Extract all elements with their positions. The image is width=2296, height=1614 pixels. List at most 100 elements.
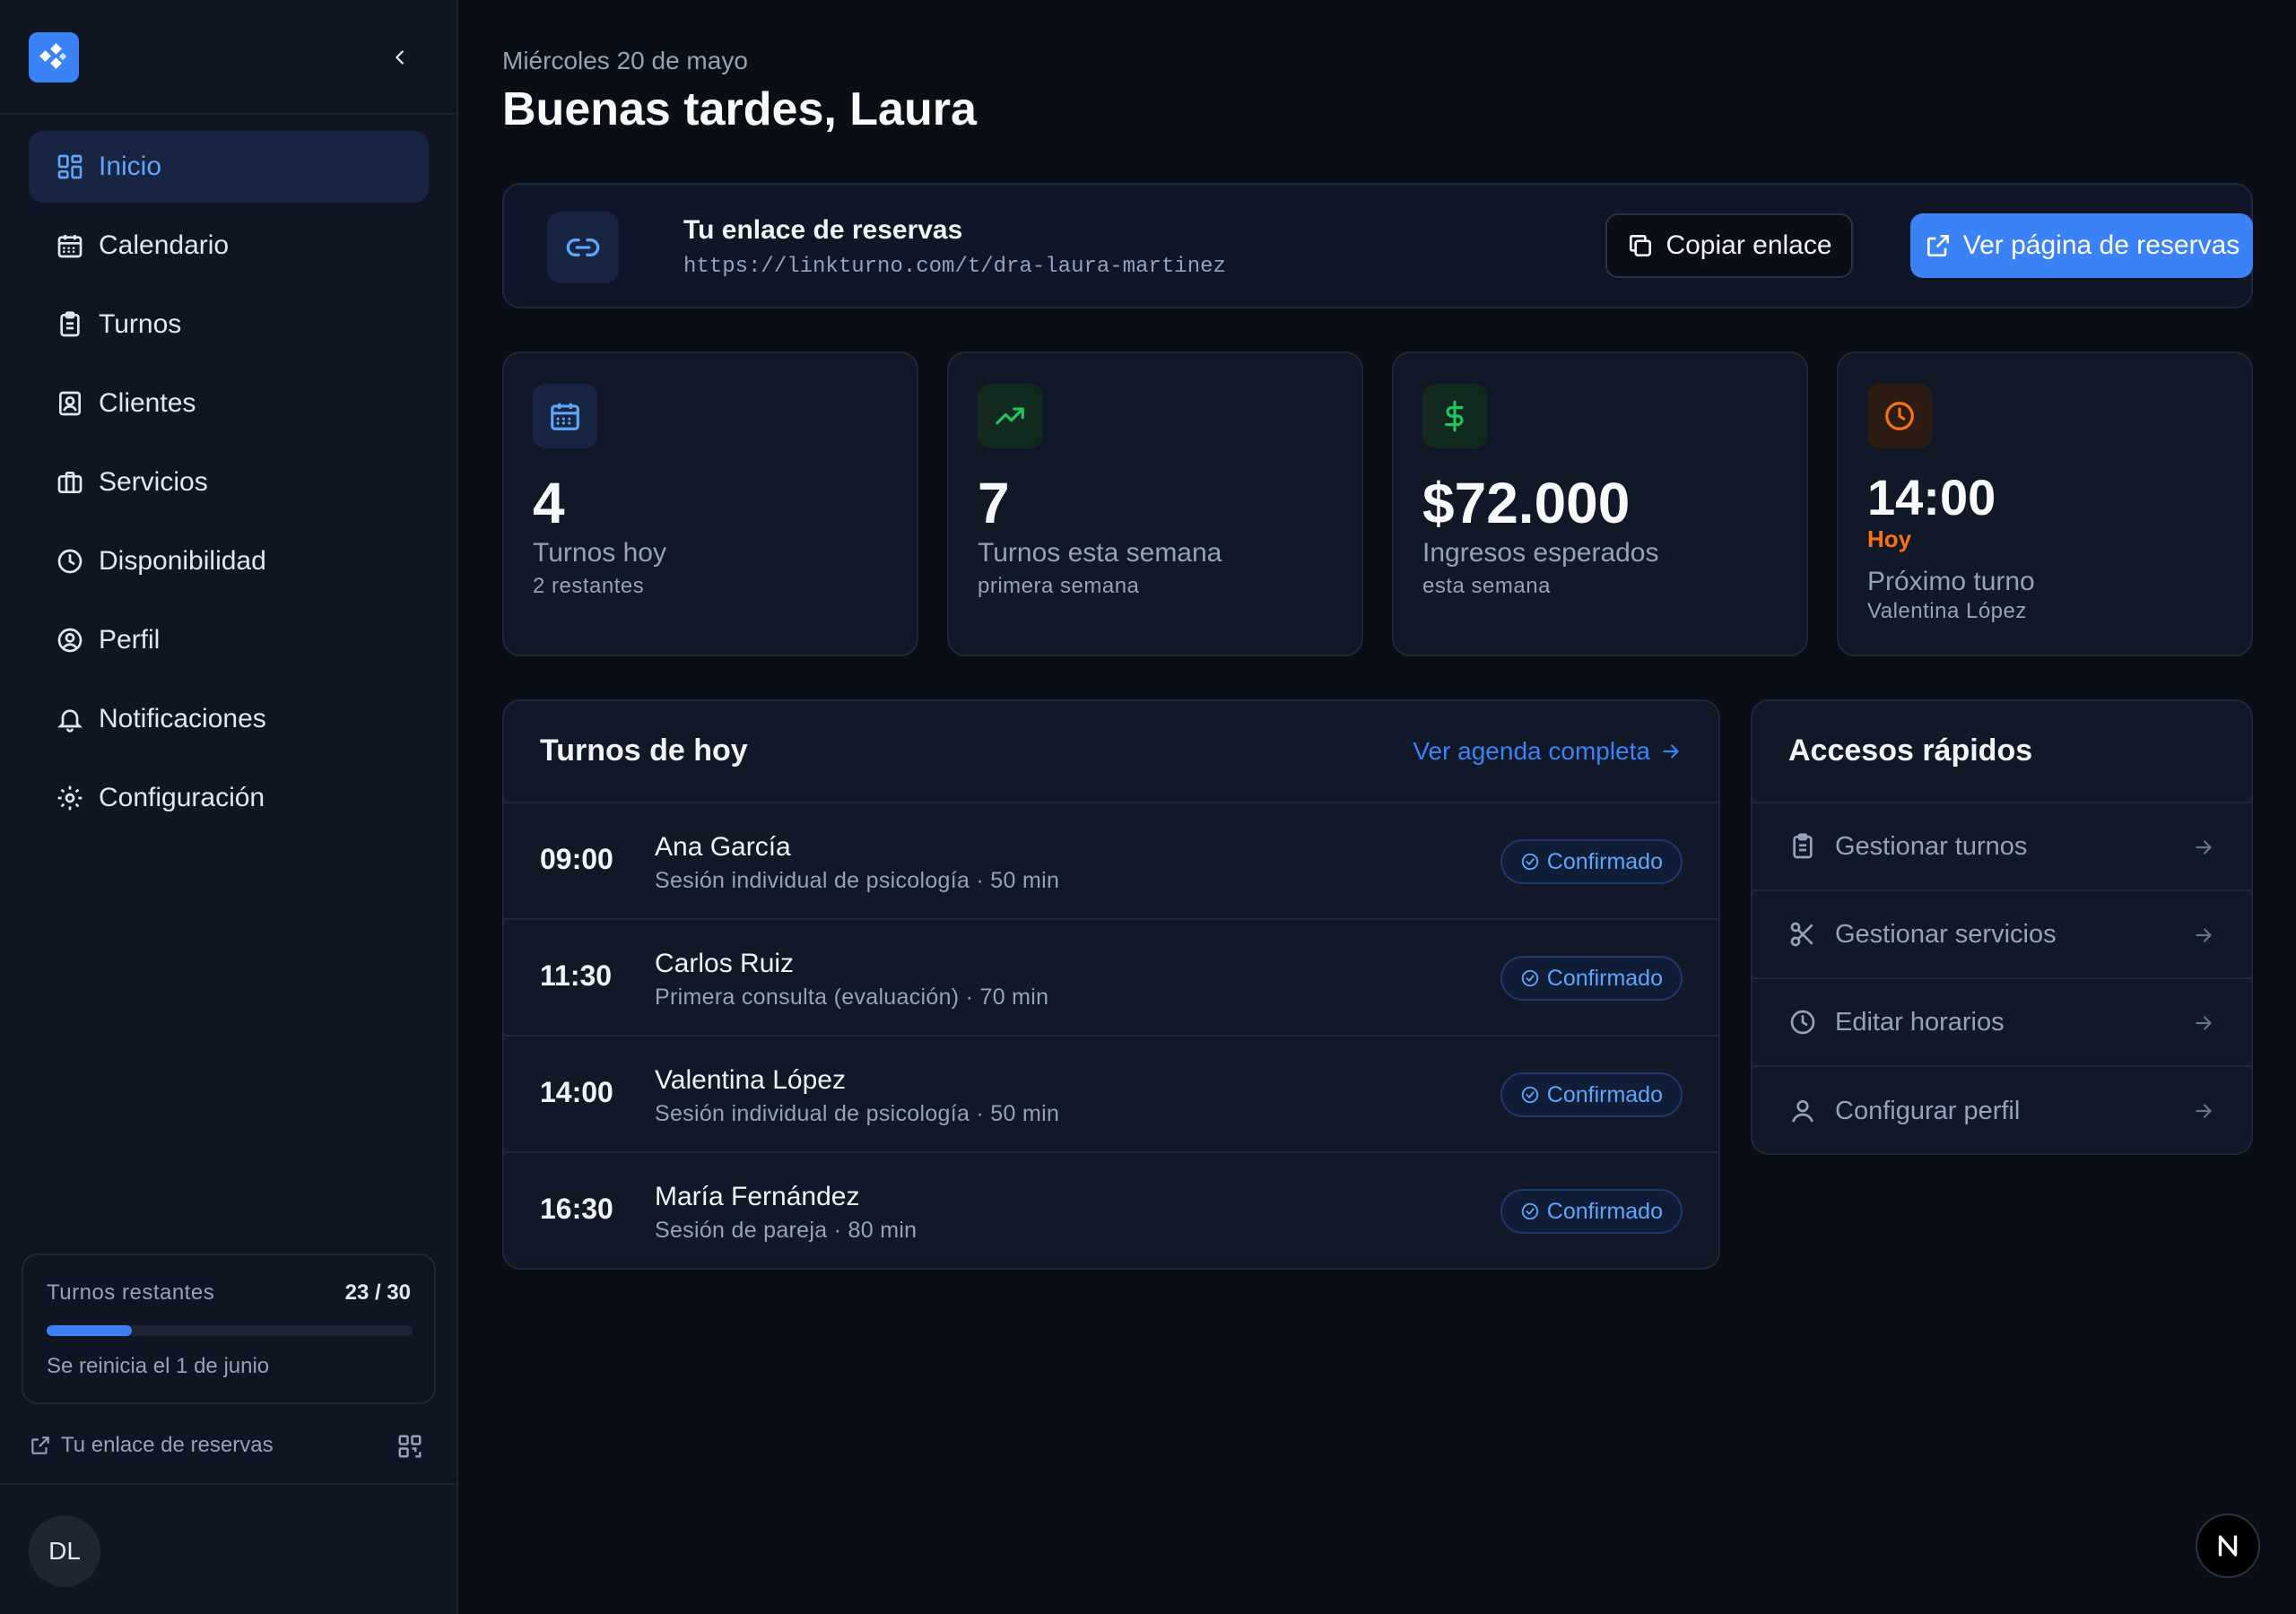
user-icon [1792, 1100, 1813, 1123]
status-badge: Confirmado [1500, 839, 1683, 884]
appointment-row[interactable]: 11:30 Carlos Ruiz Primera consulta (eval… [504, 920, 1718, 1037]
sidebar-item-perfil[interactable]: Perfil [29, 604, 429, 676]
status-badge: Confirmado [1500, 1189, 1683, 1234]
sidebar-item-label: Notificaciones [99, 704, 266, 733]
sidebar-item-label: Disponibilidad [99, 546, 266, 576]
quick-link-manage-appointments[interactable]: Gestionar turnos [1752, 803, 2251, 891]
card-header: Turnos de hoy Ver agenda completa [504, 701, 1718, 803]
clock-icon [1790, 1010, 1815, 1035]
sidebar-item-label: Inicio [99, 152, 162, 181]
external-link-icon [1926, 235, 1949, 256]
app-logo-icon[interactable] [29, 32, 79, 82]
bell-icon [57, 709, 83, 733]
external-link-icon [31, 1436, 49, 1454]
trending-up-icon [978, 384, 1042, 448]
status-label: Confirmado [1546, 965, 1663, 991]
appointment-row[interactable]: 14:00 Valentina López Sesión individual … [504, 1037, 1718, 1153]
today-appointments-card: Turnos de hoy Ver agenda completa 09:00 … [502, 699, 1720, 1270]
stat-subtext: esta semana [1422, 574, 1551, 598]
quick-link-label: Gestionar turnos [1835, 831, 2028, 861]
dollar-icon [1422, 384, 1487, 448]
appointment-client: Ana García [655, 832, 791, 862]
quick-link-label: Editar horarios [1835, 1007, 2005, 1037]
stat-label: Próximo turno [1867, 567, 2035, 596]
stat-label: Ingresos esperados [1422, 538, 1659, 568]
appointment-client: Carlos Ruiz [655, 949, 795, 978]
sidebar-item-configuracion[interactable]: Configuración [29, 762, 429, 834]
view-full-agenda-link[interactable]: Ver agenda completa [1413, 737, 1683, 766]
status-badge: Confirmado [1500, 956, 1683, 1001]
stat-value: $72.000 [1422, 471, 1631, 535]
avatar[interactable]: DL [29, 1515, 100, 1587]
view-booking-page-button[interactable]: Ver página de reservas [1910, 213, 2253, 278]
gear-icon [57, 785, 83, 811]
sidebar-header [0, 0, 457, 115]
calendar-icon [57, 235, 83, 258]
sidebar-footer: DL [0, 1483, 458, 1614]
booking-link-title: Tu enlace de reservas [683, 215, 963, 245]
link-icon [547, 212, 619, 283]
sidebar-item-disponibilidad[interactable]: Disponibilidad [29, 525, 429, 597]
stat-label: Turnos esta semana [978, 538, 1222, 568]
appointment-time: 11:30 [540, 959, 613, 992]
stat-value: 7 [978, 471, 1010, 535]
appointment-client: Valentina López [655, 1065, 846, 1095]
quota-label: Turnos restantes [47, 1280, 215, 1305]
quick-access-card: Accesos rápidos Gestionar turnos Gestion… [1751, 699, 2253, 1155]
appointment-row[interactable]: 16:30 María Fernández Sesión de pareja ·… [504, 1153, 1718, 1268]
sidebar-booking-link[interactable]: Tu enlace de reservas [29, 1427, 423, 1463]
stat-subtext: 2 restantes [533, 574, 645, 598]
dashboard-grid-icon [57, 154, 83, 179]
briefcase-icon [57, 472, 83, 493]
copy-link-button[interactable]: Copiar enlace [1605, 213, 1853, 278]
stat-subtext: Valentina López [1867, 599, 2027, 623]
dev-tools-n-icon[interactable] [2196, 1514, 2260, 1578]
user-circle-icon [57, 628, 83, 653]
quick-link-edit-schedule[interactable]: Editar horarios [1752, 979, 2251, 1067]
view-full-agenda-label: Ver agenda completa [1413, 737, 1650, 765]
appointment-time: 09:00 [540, 843, 613, 875]
sidebar-item-label: Clientes [99, 388, 196, 418]
check-circle-icon [1521, 1202, 1538, 1220]
sidebar-item-label: Calendario [99, 230, 230, 260]
calendar-icon [533, 384, 597, 448]
clipboard-icon [60, 311, 80, 337]
quota-reset-text: Se reinicia el 1 de junio [47, 1354, 270, 1378]
clipboard-icon [1793, 833, 1813, 859]
page-title: Buenas tardes, Laura [502, 83, 977, 135]
scissors-icon [1790, 922, 1813, 947]
appointment-service: Sesión individual de psicología · 50 min [655, 868, 1060, 893]
quick-link-configure-profile[interactable]: Configurar perfil [1752, 1067, 2251, 1153]
check-circle-icon [1521, 853, 1538, 871]
chevron-left-icon[interactable] [382, 39, 418, 75]
arrow-right-icon [1663, 744, 1679, 759]
sidebar-item-label: Turnos [99, 309, 182, 339]
appointment-row[interactable]: 09:00 Ana García Sesión individual de ps… [504, 803, 1718, 920]
card-header: Accesos rápidos [1752, 701, 2251, 803]
stat-subtext: primera semana [978, 574, 1140, 598]
appointment-time: 16:30 [540, 1193, 613, 1225]
quick-link-label: Gestionar servicios [1835, 919, 2057, 949]
status-badge: Confirmado [1500, 1072, 1683, 1117]
sidebar-item-clientes[interactable]: Clientes [29, 368, 429, 439]
booking-link-url[interactable]: https://linkturno.com/t/dra-laura-martin… [683, 255, 1226, 279]
card-title: Accesos rápidos [1788, 733, 2033, 768]
qr-code-icon[interactable] [396, 1433, 423, 1460]
sidebar-item-inicio[interactable]: Inicio [29, 131, 429, 203]
stat-card-today: 4 Turnos hoy 2 restantes [502, 351, 918, 656]
status-label: Confirmado [1546, 1198, 1663, 1224]
check-circle-icon [1521, 1086, 1538, 1104]
sidebar: Inicio Calendario Turnos Clientes Servic… [0, 0, 458, 1614]
arrow-right-icon [2196, 840, 2213, 855]
stat-label: Turnos hoy [533, 538, 666, 568]
quick-link-manage-services[interactable]: Gestionar servicios [1752, 891, 2251, 979]
sidebar-item-turnos[interactable]: Turnos [29, 289, 429, 360]
sidebar-item-calendario[interactable]: Calendario [29, 210, 429, 282]
stat-value: 4 [533, 471, 565, 535]
sidebar-item-label: Perfil [99, 625, 161, 655]
check-circle-icon [1521, 969, 1538, 987]
copy-link-label: Copiar enlace [1665, 230, 1832, 260]
status-label: Confirmado [1546, 848, 1663, 874]
sidebar-item-notificaciones[interactable]: Notificaciones [29, 683, 429, 755]
sidebar-item-servicios[interactable]: Servicios [29, 447, 429, 518]
